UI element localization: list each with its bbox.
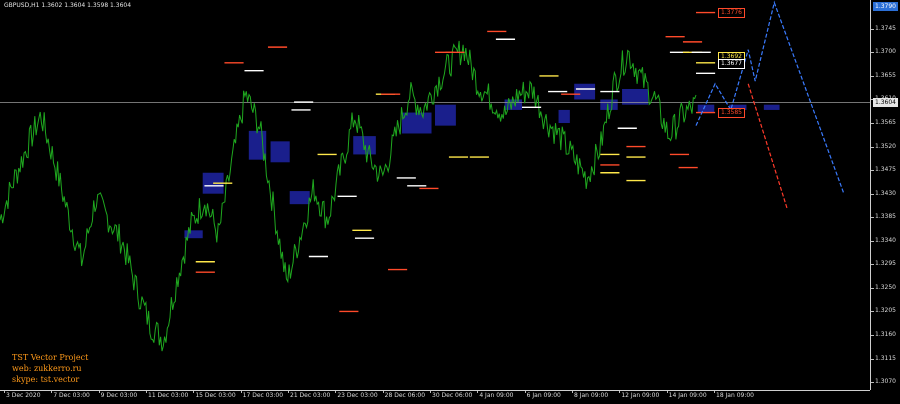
price-tick-label: 1.3250 (875, 283, 896, 291)
zone-6 (435, 104, 456, 126)
time-tick-mark (477, 391, 479, 393)
time-tick-mark (619, 391, 621, 393)
time-tick-mark (524, 391, 526, 393)
time-tick-label: 7 Dec 03:00 (53, 392, 90, 399)
zone-9 (574, 83, 596, 100)
time-tick-mark (572, 391, 573, 393)
time-tick-label: 9 Dec 03:00 (100, 392, 138, 399)
time-tick-mark (335, 391, 337, 393)
time-tick-label: 15 Dec 03:00 (195, 392, 236, 399)
zone-4 (184, 230, 203, 239)
price-tick-mark (871, 358, 874, 360)
price-tick-mark (871, 287, 874, 289)
price-tick-mark (871, 146, 874, 148)
time-tick-label: 23 Dec 03:00 (337, 392, 378, 399)
forecast-blue-path (695, 0, 845, 194)
price-axis[interactable]: 1.3790 1.37451.37001.36551.36101.35651.3… (871, 0, 900, 404)
time-tick-label: 12 Jan 09:00 (621, 392, 660, 399)
top-price-label: 1.3790 (873, 2, 898, 11)
price-tick-mark (871, 217, 874, 219)
price-tick-mark (871, 193, 874, 195)
time-tick-label: 30 Dec 06:00 (432, 392, 473, 399)
price-tick-label: 1.3205 (875, 307, 896, 315)
zone-13 (697, 104, 715, 113)
price-tick-mark (871, 52, 874, 54)
price-tick-label: 1.3430 (875, 189, 896, 197)
level-tag: 1.3677 (718, 59, 745, 70)
time-tick-mark (146, 391, 147, 393)
time-tick-label: 28 Dec 06:00 (384, 392, 426, 399)
chart-window: GBPUSD,H1 1.3602 1.3604 1.3598 1.3604 1.… (0, 0, 900, 404)
time-tick-mark (193, 391, 195, 393)
price-tick-mark (871, 170, 874, 172)
time-axis[interactable]: 3 Dec 2020 7 Dec 03:00 9 Dec 03:00 11 Dec 0… (0, 391, 870, 404)
current-price-label: 1.3604 (873, 98, 898, 108)
time-tick-label: 3 Dec 2020 (6, 392, 41, 399)
price-tick-label: 1.3385 (875, 213, 896, 221)
time-tick-mark (4, 391, 5, 393)
zone-11 (600, 99, 618, 110)
time-tick-mark (288, 391, 289, 393)
price-tick-mark (871, 240, 874, 242)
price-tick-label: 1.3520 (875, 142, 896, 150)
time-tick-mark (666, 391, 668, 393)
time-tick-mark (240, 391, 242, 393)
credits-block: TST Vector Project web: zukkerro.ru skyp… (12, 352, 88, 385)
price-tick-label: 1.3565 (875, 119, 896, 127)
zone-7 (353, 136, 376, 155)
price-tick-label: 1.3340 (875, 236, 896, 244)
price-tick-mark (871, 311, 874, 313)
price-tick-label: 1.3295 (875, 260, 896, 268)
time-tick-label: 8 Jan 09:00 (574, 392, 609, 399)
time-tick-label: 17 Dec 03:00 (242, 392, 284, 399)
price-tick-label: 1.3700 (875, 48, 896, 56)
credits-skype: skype: tst.vector (12, 375, 80, 384)
price-tick-label: 1.3745 (875, 24, 896, 32)
zone-3 (289, 191, 310, 205)
price-tick-label: 1.3160 (875, 331, 896, 339)
credits-title: TST Vector Project (12, 353, 89, 362)
time-tick-mark (51, 391, 53, 393)
price-tick-mark (871, 335, 874, 337)
price-tick-mark (871, 264, 874, 266)
time-tick-mark (430, 391, 431, 393)
price-tick-label: 1.3115 (875, 354, 896, 362)
price-tick-mark (871, 123, 874, 125)
zone-10 (558, 109, 570, 124)
time-tick-label: 14 Jan 09:00 (668, 392, 707, 399)
time-tick-label: 21 Dec 03:00 (290, 392, 331, 399)
price-tick-label: 1.3070 (875, 378, 896, 386)
time-tick-mark (382, 391, 384, 393)
price-tick-mark (871, 75, 874, 77)
zone-2 (270, 141, 290, 163)
time-tick-label: 18 Jan 09:00 (716, 392, 754, 399)
price-tick-mark (871, 28, 874, 30)
time-tick-label: 11 Dec 03:00 (148, 392, 189, 399)
time-tick-label: 6 Jan 09:00 (526, 392, 561, 399)
price-tick-label: 1.3655 (875, 71, 896, 79)
time-tick-label: 4 Jan 09:00 (479, 392, 514, 399)
level-tag: 1.3776 (718, 7, 745, 18)
symbol-info: GBPUSD,H1 1.3602 1.3604 1.3598 1.3604 (4, 2, 132, 9)
price-tick-label: 1.3475 (875, 166, 896, 174)
time-tick-mark (714, 391, 715, 393)
zone-15 (763, 104, 780, 110)
price-tick-mark (871, 382, 874, 384)
credits-web: web: zukkerro.ru (12, 364, 82, 373)
zone-5 (401, 112, 432, 134)
level-tag: 1.3585 (718, 107, 745, 118)
time-tick-mark (98, 391, 100, 393)
